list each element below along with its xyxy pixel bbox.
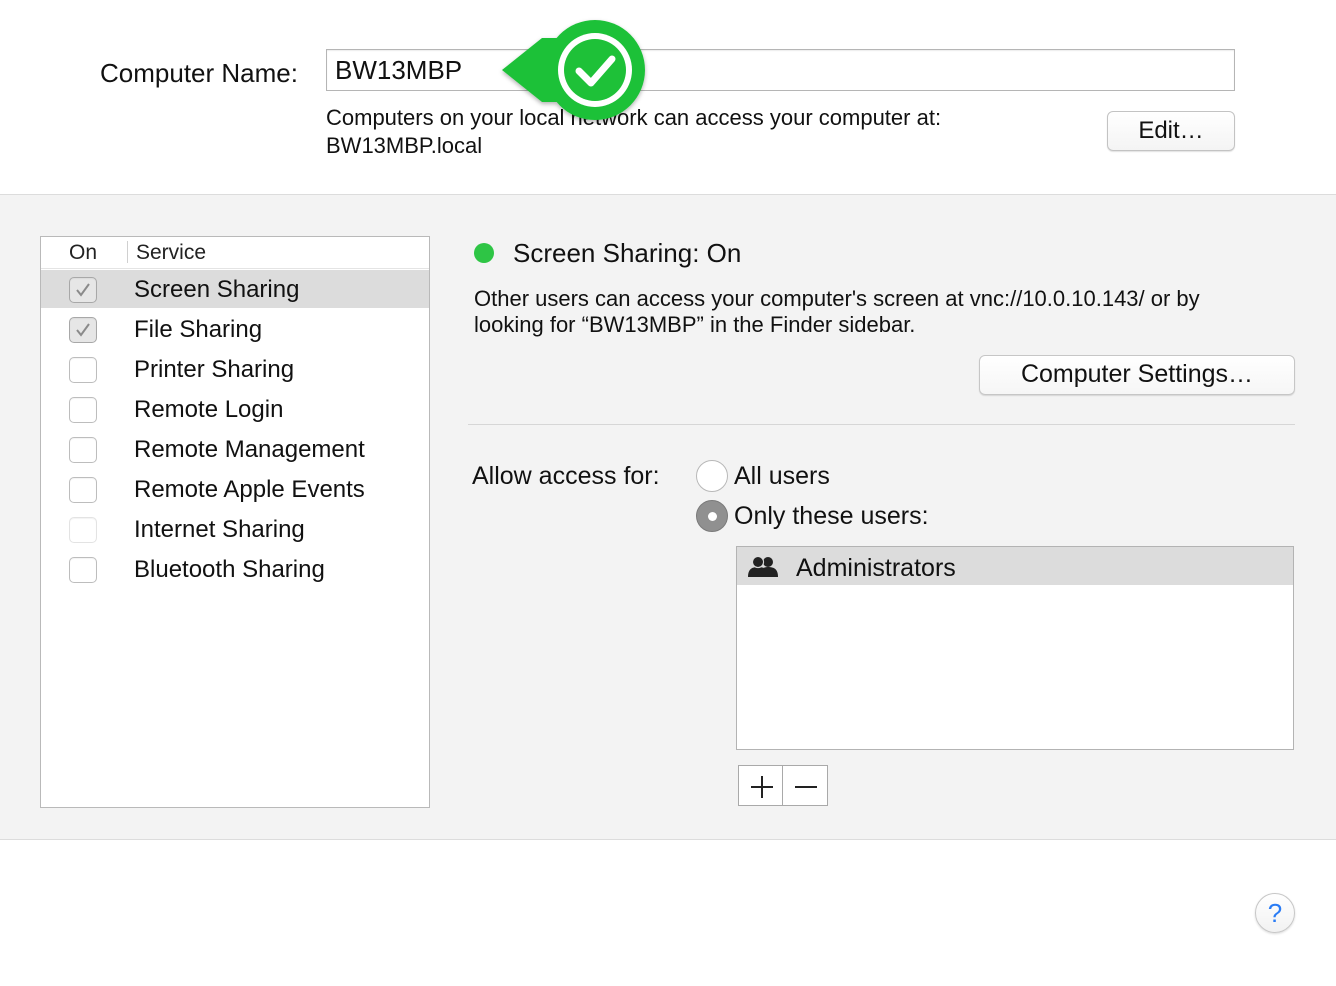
service-checkbox[interactable] — [69, 277, 97, 303]
service-row-file-sharing[interactable]: File Sharing — [41, 310, 429, 348]
radio-all-users[interactable] — [696, 460, 728, 492]
radio-only-these-users-label[interactable]: Only these users: — [734, 502, 929, 531]
service-label: Internet Sharing — [134, 516, 305, 543]
allow-access-label: Allow access for: — [472, 462, 660, 490]
service-row-screen-sharing[interactable]: Screen Sharing — [41, 270, 429, 308]
service-row-bluetooth-sharing[interactable]: Bluetooth Sharing — [41, 550, 429, 588]
list-item[interactable]: Administrators — [737, 547, 1293, 585]
column-header-on[interactable]: On — [69, 241, 97, 265]
service-label: Printer Sharing — [134, 356, 295, 383]
edit-button[interactable]: Edit… — [1107, 111, 1235, 151]
user-group-label: Administrators — [796, 554, 956, 582]
plus-icon — [751, 776, 773, 798]
service-description-line2: looking for “BW13MBP” in the Finder side… — [474, 312, 916, 337]
service-label: File Sharing — [134, 316, 263, 343]
services-list[interactable]: On Service Screen Sharing File Sharing P… — [40, 236, 430, 808]
local-hostname-text: BW13MBP.local — [326, 133, 483, 158]
checkmark-icon — [502, 20, 645, 120]
service-row-internet-sharing[interactable]: Internet Sharing — [41, 510, 429, 548]
service-label: Remote Apple Events — [134, 476, 365, 503]
computer-name-label: Computer Name: — [100, 58, 298, 88]
column-header-service[interactable]: Service — [136, 241, 206, 265]
radio-selected-dot — [708, 512, 717, 521]
service-label: Remote Login — [134, 396, 284, 423]
computer-settings-button[interactable]: Computer Settings… — [979, 355, 1295, 395]
service-checkbox[interactable] — [69, 477, 97, 503]
add-user-button[interactable] — [738, 765, 784, 806]
service-checkbox[interactable] — [69, 557, 97, 583]
service-row-remote-management[interactable]: Remote Management — [41, 430, 429, 468]
service-checkbox[interactable] — [69, 517, 97, 543]
service-description-line1: Other users can access your computer's s… — [474, 286, 1200, 311]
services-list-header: On Service — [41, 237, 429, 269]
radio-only-these-users[interactable] — [696, 500, 728, 532]
service-checkbox[interactable] — [69, 317, 97, 343]
service-label: Remote Management — [134, 436, 365, 463]
service-checkbox[interactable] — [69, 397, 97, 423]
remove-user-button[interactable] — [782, 765, 828, 806]
computer-name-input[interactable] — [326, 49, 1235, 91]
checkmark-badge — [498, 16, 652, 124]
service-checkbox[interactable] — [69, 357, 97, 383]
allowed-users-list[interactable]: Administrators — [736, 546, 1294, 750]
service-row-remote-login[interactable]: Remote Login — [41, 390, 429, 428]
service-row-remote-apple-events[interactable]: Remote Apple Events — [41, 470, 429, 508]
service-row-printer-sharing[interactable]: Printer Sharing — [41, 350, 429, 388]
service-checkbox[interactable] — [69, 437, 97, 463]
help-button[interactable]: ? — [1255, 893, 1295, 933]
service-status-title: Screen Sharing: On — [513, 238, 742, 268]
column-separator — [127, 241, 128, 263]
minus-icon — [795, 786, 817, 788]
divider — [468, 424, 1295, 425]
service-label: Bluetooth Sharing — [134, 556, 325, 583]
status-indicator — [474, 243, 494, 263]
checkmark-icon — [76, 283, 90, 297]
service-label: Screen Sharing — [134, 276, 300, 303]
group-icon — [747, 555, 779, 583]
radio-all-users-label[interactable]: All users — [734, 462, 830, 491]
checkmark-icon — [76, 323, 90, 337]
